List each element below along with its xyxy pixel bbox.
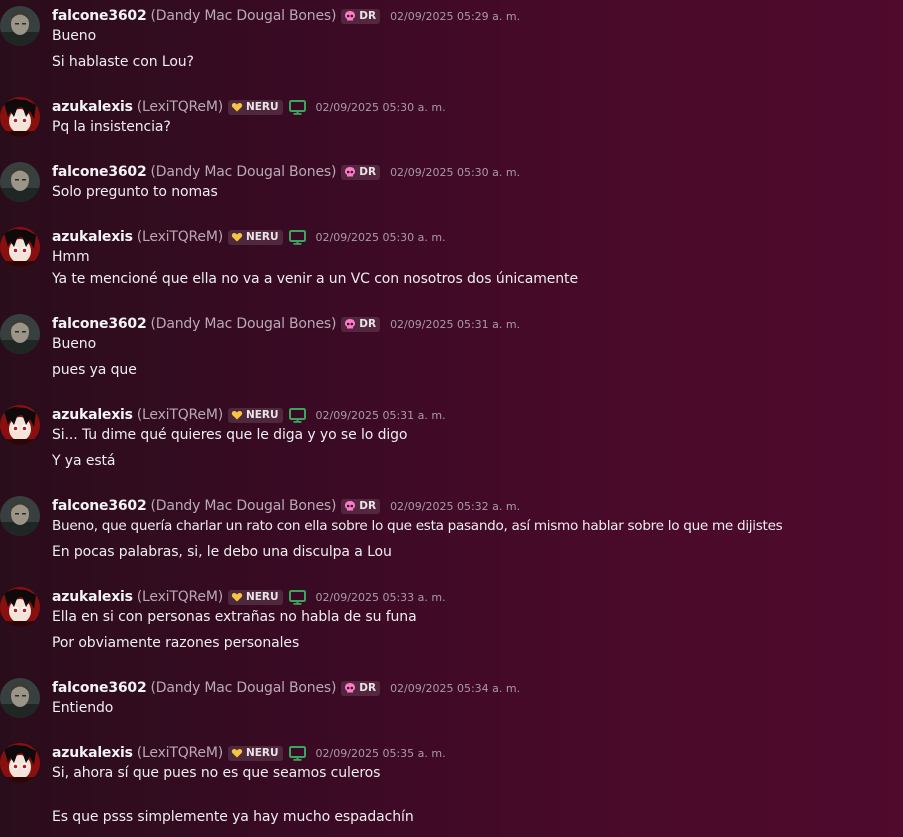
skull-icon bbox=[345, 11, 356, 21]
username[interactable]: azukalexis bbox=[52, 745, 133, 761]
heart-icon bbox=[231, 749, 243, 758]
username[interactable]: falcone3602 bbox=[52, 164, 147, 180]
role-tag[interactable]: DR bbox=[341, 8, 381, 24]
timestamp: 02/09/2025 05:30 a. m. bbox=[390, 165, 521, 179]
message-text: En pocas palabras, si, le debo una discu… bbox=[52, 544, 392, 560]
monitor-icon[interactable] bbox=[288, 407, 306, 423]
message-text: Bueno bbox=[52, 336, 97, 352]
nickname: (LexiTQReM) bbox=[136, 229, 223, 245]
username[interactable]: azukalexis bbox=[52, 99, 133, 115]
monitor-icon[interactable] bbox=[288, 229, 306, 245]
avatar-azukalexis[interactable] bbox=[0, 227, 40, 267]
message-text: Solo pregunto to nomas bbox=[52, 184, 218, 200]
nickname: (LexiTQReM) bbox=[136, 589, 223, 605]
role-tag-label: NERU bbox=[245, 409, 279, 421]
role-tag-label: DR bbox=[359, 10, 377, 22]
role-tag[interactable]: NERU bbox=[227, 229, 283, 245]
username[interactable]: falcone3602 bbox=[52, 498, 147, 514]
message-text: Bueno bbox=[52, 28, 97, 44]
timestamp: 02/09/2025 05:31 a. m. bbox=[315, 408, 446, 422]
timestamp: 02/09/2025 05:34 a. m. bbox=[390, 681, 521, 695]
message-text: Pq la insistencia? bbox=[52, 119, 171, 135]
role-tag[interactable]: DR bbox=[341, 316, 381, 332]
role-tag[interactable]: NERU bbox=[227, 99, 283, 115]
nickname: (LexiTQReM) bbox=[136, 407, 223, 423]
avatar-azukalexis[interactable] bbox=[0, 97, 40, 137]
skull-icon bbox=[345, 319, 356, 329]
timestamp: 02/09/2025 05:29 a. m. bbox=[390, 9, 521, 23]
skull-icon bbox=[345, 501, 356, 511]
role-tag[interactable]: DR bbox=[341, 498, 381, 514]
username[interactable]: azukalexis bbox=[52, 229, 133, 245]
role-tag[interactable]: DR bbox=[341, 680, 381, 696]
role-tag-label: DR bbox=[359, 318, 377, 330]
username[interactable]: falcone3602 bbox=[52, 680, 147, 696]
avatar-azukalexis[interactable] bbox=[0, 587, 40, 627]
nickname: (Dandy Mac Dougal Bones) bbox=[150, 316, 337, 332]
role-tag-label: DR bbox=[359, 500, 377, 512]
heart-icon bbox=[231, 411, 243, 420]
timestamp: 02/09/2025 05:35 a. m. bbox=[315, 746, 446, 760]
nickname: (Dandy Mac Dougal Bones) bbox=[150, 164, 337, 180]
nickname: (LexiTQReM) bbox=[136, 99, 223, 115]
timestamp: 02/09/2025 05:30 a. m. bbox=[315, 100, 446, 114]
nickname: (Dandy Mac Dougal Bones) bbox=[150, 498, 337, 514]
role-tag-label: NERU bbox=[245, 747, 279, 759]
message-text: Y ya está bbox=[52, 453, 116, 469]
nickname: (Dandy Mac Dougal Bones) bbox=[150, 8, 337, 24]
role-tag[interactable]: NERU bbox=[227, 407, 283, 423]
timestamp: 02/09/2025 05:32 a. m. bbox=[390, 499, 521, 513]
username[interactable]: falcone3602 bbox=[52, 316, 147, 332]
message-text: Entiendo bbox=[52, 700, 114, 716]
timestamp: 02/09/2025 05:30 a. m. bbox=[315, 230, 446, 244]
heart-icon bbox=[231, 103, 243, 112]
role-tag-label: DR bbox=[359, 682, 377, 694]
role-tag[interactable]: NERU bbox=[227, 745, 283, 761]
monitor-icon[interactable] bbox=[288, 589, 306, 605]
role-tag[interactable]: NERU bbox=[227, 589, 283, 605]
skull-icon bbox=[345, 683, 356, 693]
timestamp: 02/09/2025 05:33 a. m. bbox=[315, 590, 446, 604]
skull-icon bbox=[345, 167, 356, 177]
avatar-falcone[interactable] bbox=[0, 6, 40, 46]
message-text: Bueno, que quería charlar un rato con el… bbox=[52, 518, 783, 534]
monitor-icon[interactable] bbox=[288, 745, 306, 761]
timestamp: 02/09/2025 05:31 a. m. bbox=[390, 317, 521, 331]
message-text: Por obviamente razones personales bbox=[52, 635, 300, 651]
heart-icon bbox=[231, 233, 243, 242]
username[interactable]: falcone3602 bbox=[52, 8, 147, 24]
message-text: Es que psss simplemente ya hay mucho esp… bbox=[52, 809, 414, 825]
avatar-falcone[interactable] bbox=[0, 496, 40, 536]
username[interactable]: azukalexis bbox=[52, 589, 133, 605]
avatar-falcone[interactable] bbox=[0, 678, 40, 718]
avatar-falcone[interactable] bbox=[0, 314, 40, 354]
avatar-falcone[interactable] bbox=[0, 162, 40, 202]
role-tag-label: NERU bbox=[245, 231, 279, 243]
message-text: Hmm bbox=[52, 249, 90, 265]
role-tag-label: DR bbox=[359, 166, 377, 178]
role-tag-label: NERU bbox=[245, 101, 279, 113]
message-text: pues ya que bbox=[52, 362, 137, 378]
message-text: Ella en si con personas extrañas no habl… bbox=[52, 609, 417, 625]
message-text: Si, ahora sí que pues no es que seamos c… bbox=[52, 765, 381, 781]
message-text: Si... Tu dime qué quieres que le diga y … bbox=[52, 427, 408, 443]
role-tag-label: NERU bbox=[245, 591, 279, 603]
username[interactable]: azukalexis bbox=[52, 407, 133, 423]
nickname: (LexiTQReM) bbox=[136, 745, 223, 761]
message-text: Si hablaste con Lou? bbox=[52, 54, 194, 70]
avatar-azukalexis[interactable] bbox=[0, 743, 40, 783]
avatar-azukalexis[interactable] bbox=[0, 405, 40, 445]
monitor-icon[interactable] bbox=[288, 99, 306, 115]
nickname: (Dandy Mac Dougal Bones) bbox=[150, 680, 337, 696]
heart-icon bbox=[231, 593, 243, 602]
message-text: Ya te mencioné que ella no va a venir a … bbox=[52, 271, 578, 287]
role-tag[interactable]: DR bbox=[341, 164, 381, 180]
